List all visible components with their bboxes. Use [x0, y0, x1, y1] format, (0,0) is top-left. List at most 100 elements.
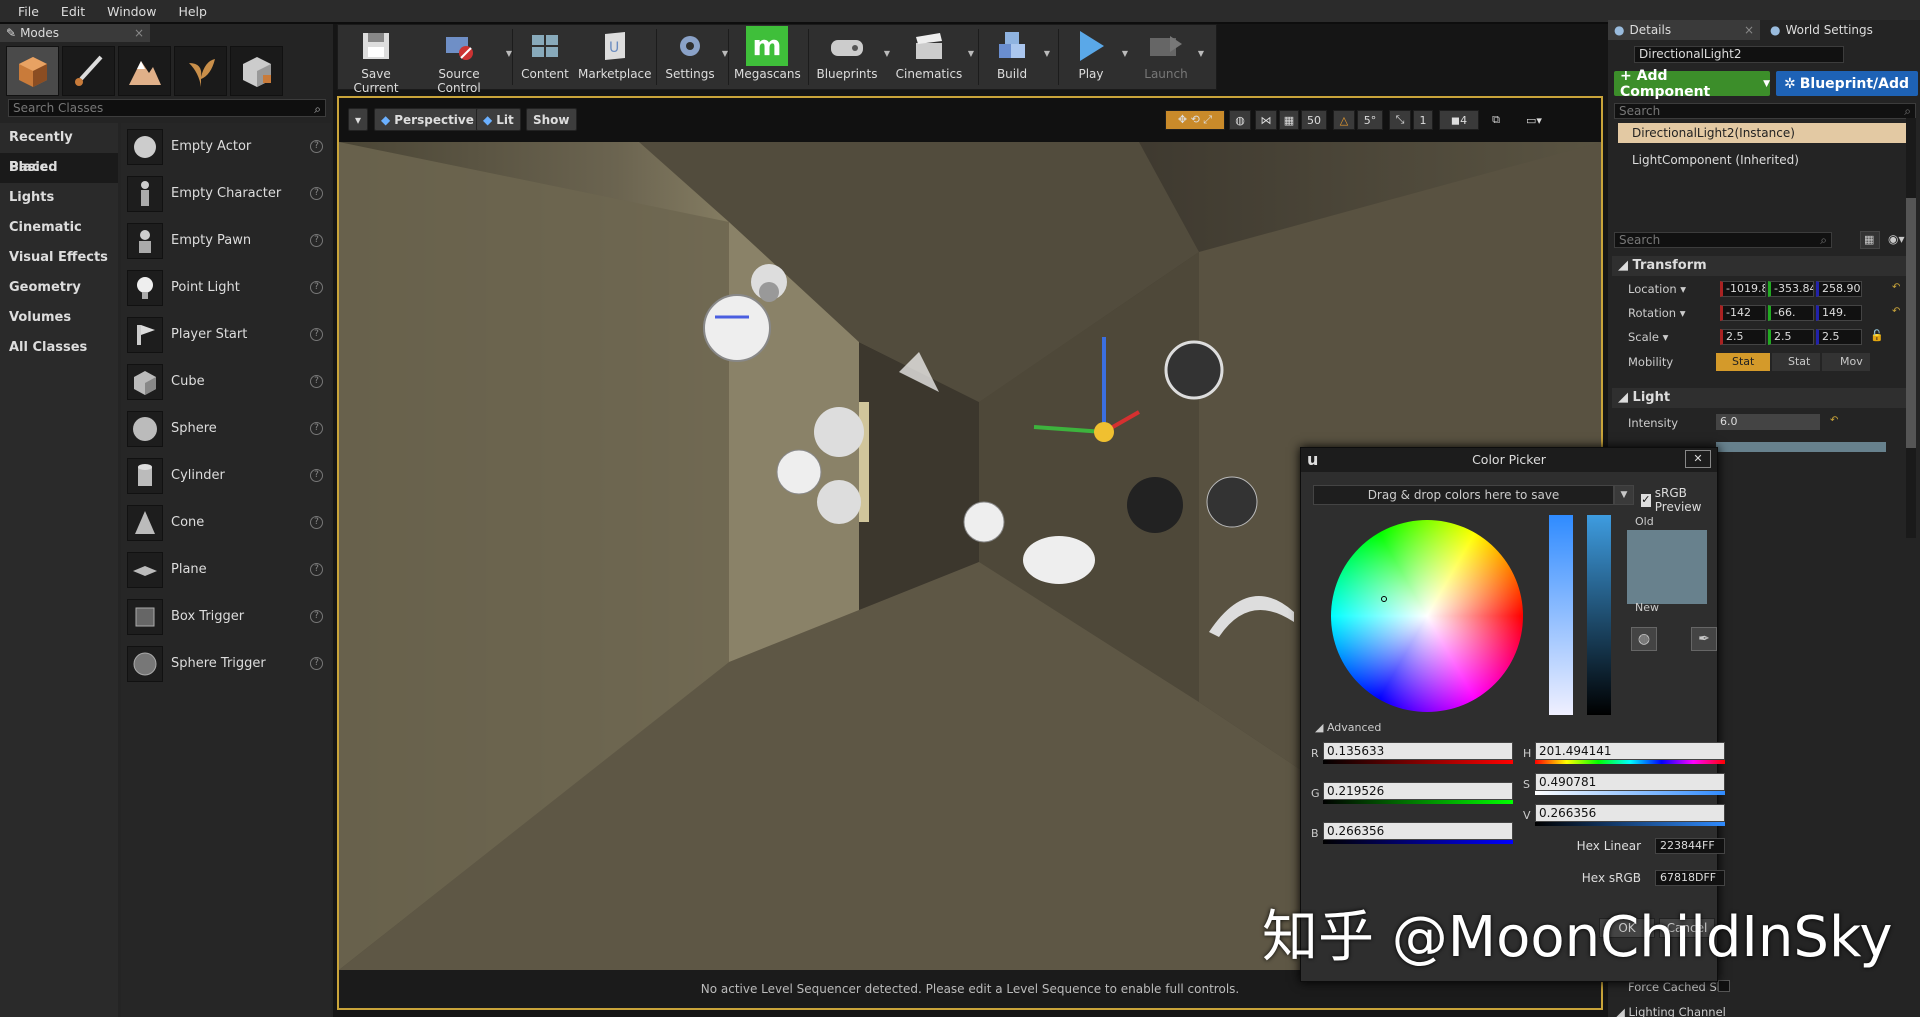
color-theme-bar[interactable]: Drag & drop colors here to save: [1313, 485, 1614, 505]
menu-window[interactable]: Window: [97, 4, 166, 19]
hex-srgb-field[interactable]: 67818DFF: [1655, 870, 1725, 886]
scale-x-field[interactable]: 2.5: [1720, 329, 1766, 345]
list-item[interactable]: Box Trigger?: [121, 593, 331, 640]
place-mode-button[interactable]: [6, 46, 59, 96]
help-icon[interactable]: ?: [310, 375, 323, 388]
rotation-z-field[interactable]: 149.: [1816, 305, 1862, 321]
scale-snap-toggle[interactable]: ⤡: [1389, 110, 1411, 130]
list-item[interactable]: Sphere?: [121, 405, 331, 452]
list-item[interactable]: Empty Actor?: [121, 123, 331, 170]
chevron-down-icon[interactable]: ▼: [1198, 49, 1204, 58]
red-field[interactable]: 0.135633: [1323, 742, 1513, 760]
list-item[interactable]: Player Start?: [121, 311, 331, 358]
rotation-label[interactable]: Rotation ▾: [1628, 306, 1686, 320]
list-item[interactable]: Plane?: [121, 546, 331, 593]
chevron-down-icon[interactable]: ▼: [1122, 49, 1128, 58]
scrollbar[interactable]: [1906, 118, 1916, 538]
blueprints-button[interactable]: Blueprints ▼: [814, 25, 890, 89]
help-icon[interactable]: ?: [310, 187, 323, 200]
srgb-preview-toggle[interactable]: ✓ sRGB Preview: [1641, 486, 1717, 514]
world-local-toggle[interactable]: ◍: [1229, 110, 1251, 130]
geometry-mode-button[interactable]: [230, 46, 283, 96]
category-cinematic[interactable]: Cinematic: [0, 213, 118, 243]
lock-icon[interactable]: 🔓: [1870, 329, 1884, 342]
help-icon[interactable]: ?: [310, 281, 323, 294]
add-component-button[interactable]: + Add Component ▼: [1614, 68, 1770, 100]
category-recently-placed[interactable]: Recently Placed: [0, 123, 118, 175]
menu-edit[interactable]: Edit: [51, 4, 95, 19]
category-lights[interactable]: Lights: [0, 183, 118, 213]
mobility-static-button[interactable]: Stat: [1716, 353, 1770, 371]
help-icon[interactable]: ?: [310, 328, 323, 341]
tab-details[interactable]: ● Details ×: [1608, 20, 1760, 40]
component-search-input[interactable]: Search ⌕: [1614, 103, 1916, 119]
viewport-options-button[interactable]: ▾: [348, 108, 368, 131]
eyedropper-button[interactable]: ✒: [1691, 627, 1717, 651]
list-item[interactable]: Sphere Trigger?: [121, 640, 331, 687]
camera-speed-button[interactable]: ◼ 4: [1439, 110, 1479, 130]
scale-y-field[interactable]: 2.5: [1768, 329, 1814, 345]
foliage-mode-button[interactable]: [174, 46, 227, 96]
location-label[interactable]: Location ▾: [1628, 282, 1686, 296]
grid-snap-value[interactable]: 50: [1301, 110, 1327, 130]
component-instance-row[interactable]: DirectionalLight2(Instance): [1618, 123, 1914, 143]
help-icon[interactable]: ?: [310, 234, 323, 247]
save-current-button[interactable]: Save Current: [340, 25, 412, 95]
category-volumes[interactable]: Volumes: [0, 303, 118, 333]
section-light[interactable]: ◢ Light: [1612, 388, 1912, 408]
close-button[interactable]: ✕: [1685, 450, 1711, 468]
help-icon[interactable]: ?: [310, 422, 323, 435]
advanced-toggle[interactable]: ◢ Advanced: [1315, 721, 1381, 734]
source-control-button[interactable]: Source Control ▼: [416, 25, 512, 95]
saturation-slider[interactable]: [1549, 515, 1573, 715]
content-button[interactable]: Content: [518, 25, 572, 89]
location-x-field[interactable]: -1019.8: [1720, 281, 1766, 297]
reset-icon[interactable]: ↶: [1892, 282, 1900, 293]
scale-label[interactable]: Scale ▾: [1628, 330, 1668, 344]
color-wheel-cursor[interactable]: [1381, 596, 1387, 602]
build-button[interactable]: Build ▼: [984, 25, 1050, 89]
rotation-snap-value[interactable]: 5°: [1357, 110, 1383, 130]
saturation-field[interactable]: 0.490781: [1535, 773, 1725, 791]
component-light-row[interactable]: LightComponent (Inherited): [1618, 150, 1914, 170]
layout-button[interactable]: ▭▾: [1511, 110, 1557, 130]
help-icon[interactable]: ?: [310, 469, 323, 482]
perspective-button[interactable]: ◆ Perspective: [374, 108, 481, 131]
property-search-input[interactable]: Search ⌕: [1614, 232, 1832, 248]
mobility-stationary-button[interactable]: Stat: [1772, 353, 1820, 371]
list-item[interactable]: Cube?: [121, 358, 331, 405]
launch-button[interactable]: Launch ▼: [1138, 25, 1204, 89]
close-icon[interactable]: ×: [1744, 23, 1754, 37]
chevron-down-icon[interactable]: ▼: [884, 49, 890, 58]
blueprint-add-button[interactable]: ✲ Blueprint/Add: [1776, 71, 1918, 96]
landscape-mode-button[interactable]: [118, 46, 171, 96]
mobility-movable-button[interactable]: Mov: [1822, 353, 1870, 371]
list-item[interactable]: Cylinder?: [121, 452, 331, 499]
list-item[interactable]: Empty Pawn?: [121, 217, 331, 264]
location-y-field[interactable]: -353.84: [1768, 281, 1814, 297]
force-cached-checkbox[interactable]: [1718, 980, 1730, 992]
lit-button[interactable]: ◆ Lit: [476, 108, 521, 131]
help-icon[interactable]: ?: [310, 610, 323, 623]
value-slider[interactable]: [1587, 515, 1611, 715]
settings-button[interactable]: Settings ▼: [662, 25, 728, 89]
play-button[interactable]: Play ▼: [1064, 25, 1128, 89]
green-field[interactable]: 0.219526: [1323, 782, 1513, 800]
category-geometry[interactable]: Geometry: [0, 273, 118, 303]
search-classes-input[interactable]: Search Classes ⌕: [8, 99, 326, 117]
srgb-checkbox[interactable]: ✓: [1641, 493, 1651, 507]
theme-dropdown[interactable]: ▼: [1614, 485, 1634, 505]
surface-snap-button[interactable]: ⋈: [1255, 110, 1277, 130]
visibility-eye-icon[interactable]: ◉▾: [1888, 232, 1905, 246]
marketplace-button[interactable]: U Marketplace: [578, 25, 652, 89]
section-transform[interactable]: ◢ Transform: [1612, 256, 1912, 276]
show-button[interactable]: Show: [526, 108, 577, 131]
rotation-snap-toggle[interactable]: △: [1333, 110, 1355, 130]
megascans-button[interactable]: m Megascans: [734, 25, 801, 89]
transform-mode-buttons[interactable]: ✥ ⟲ ⤢: [1165, 110, 1225, 130]
reset-icon[interactable]: ↶: [1892, 306, 1900, 317]
list-item[interactable]: Cone?: [121, 499, 331, 546]
lighting-channels-label[interactable]: ◢ Lighting Channel: [1616, 1005, 1726, 1017]
category-visual-effects[interactable]: Visual Effects: [0, 243, 118, 273]
blue-field[interactable]: 0.266356: [1323, 822, 1513, 840]
